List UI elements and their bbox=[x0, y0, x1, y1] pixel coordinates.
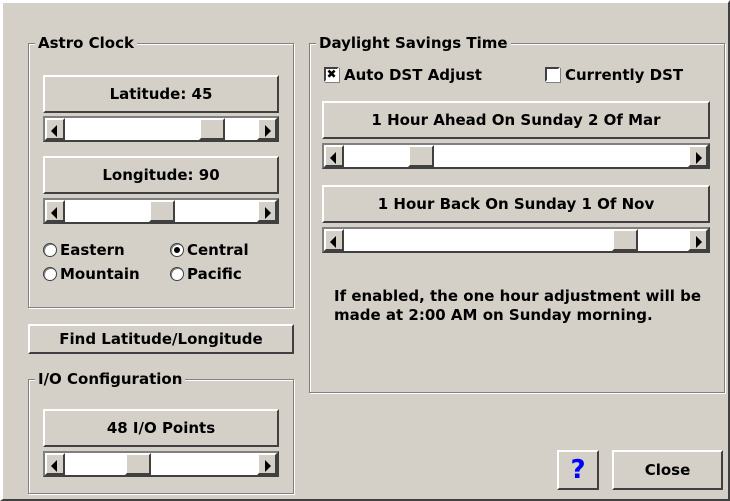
scroll-right-arrow-icon[interactable] bbox=[257, 200, 277, 222]
dst-ahead-label: 1 Hour Ahead On Sunday 2 Of Mar bbox=[371, 111, 661, 129]
scroll-left-arrow-icon[interactable] bbox=[324, 145, 344, 167]
latitude-label-panel: Latitude: 45 bbox=[43, 75, 279, 113]
currently-dst-label: Currently DST bbox=[565, 66, 684, 84]
io-points-slider-thumb[interactable] bbox=[125, 453, 151, 475]
latitude-label: Latitude: 45 bbox=[109, 85, 213, 103]
dst-back-slider-thumb[interactable] bbox=[612, 229, 638, 251]
radio-pacific-label: Pacific bbox=[187, 265, 242, 283]
longitude-label-panel: Longitude: 90 bbox=[43, 156, 279, 194]
dialog-window: Astro Clock Latitude: 45 Longitude: 90 E… bbox=[0, 0, 730, 501]
radio-central-label: Central bbox=[187, 241, 249, 259]
scroll-right-arrow-icon[interactable] bbox=[257, 118, 277, 140]
find-latitude-longitude-button[interactable]: Find Latitude/Longitude bbox=[28, 324, 294, 354]
io-configuration-title: I/O Configuration bbox=[35, 370, 186, 388]
io-points-slider[interactable] bbox=[43, 451, 279, 477]
checkbox-checked-icon: ✖ bbox=[324, 67, 339, 82]
io-points-label: 48 I/O Points bbox=[106, 419, 216, 437]
radio-eastern-label: Eastern bbox=[60, 241, 125, 259]
radio-circle-icon bbox=[43, 243, 57, 257]
help-button[interactable]: ? bbox=[557, 450, 599, 490]
astro-clock-title: Astro Clock bbox=[35, 34, 137, 52]
scroll-left-arrow-icon[interactable] bbox=[45, 453, 65, 475]
dst-back-slider[interactable] bbox=[322, 227, 710, 253]
radio-circle-icon bbox=[43, 267, 57, 281]
io-configuration-group: I/O Configuration 48 I/O Points bbox=[28, 370, 294, 494]
latitude-slider-thumb[interactable] bbox=[199, 118, 225, 140]
daylight-savings-group: Daylight Savings Time ✖ Auto DST Adjust … bbox=[309, 34, 725, 393]
scroll-left-arrow-icon[interactable] bbox=[45, 118, 65, 140]
radio-circle-icon bbox=[170, 267, 184, 281]
dst-ahead-slider[interactable] bbox=[322, 143, 710, 169]
scroll-left-arrow-icon[interactable] bbox=[45, 200, 65, 222]
dst-back-label: 1 Hour Back On Sunday 1 Of Nov bbox=[377, 195, 655, 213]
scroll-right-arrow-icon[interactable] bbox=[257, 453, 277, 475]
longitude-slider-thumb[interactable] bbox=[149, 200, 175, 222]
dst-ahead-slider-thumb[interactable] bbox=[408, 145, 434, 167]
checkbox-unchecked-icon bbox=[545, 67, 560, 82]
auto-dst-adjust-label: Auto DST Adjust bbox=[344, 66, 482, 84]
scroll-right-arrow-icon[interactable] bbox=[688, 145, 708, 167]
find-latitude-longitude-label: Find Latitude/Longitude bbox=[59, 330, 263, 348]
help-icon: ? bbox=[570, 455, 586, 485]
dst-back-label-panel: 1 Hour Back On Sunday 1 Of Nov bbox=[322, 185, 710, 223]
scroll-right-arrow-icon[interactable] bbox=[688, 229, 708, 251]
dst-note-text: If enabled, the one hour adjustment will… bbox=[334, 287, 701, 324]
dst-ahead-label-panel: 1 Hour Ahead On Sunday 2 Of Mar bbox=[322, 101, 710, 139]
astro-clock-group: Astro Clock Latitude: 45 Longitude: 90 E… bbox=[28, 34, 294, 308]
close-button[interactable]: Close bbox=[612, 450, 723, 490]
radio-selected-icon bbox=[170, 243, 184, 257]
scroll-left-arrow-icon[interactable] bbox=[324, 229, 344, 251]
io-points-label-panel: 48 I/O Points bbox=[43, 409, 279, 447]
longitude-label: Longitude: 90 bbox=[102, 166, 220, 184]
daylight-savings-title: Daylight Savings Time bbox=[316, 34, 511, 52]
radio-mountain-label: Mountain bbox=[60, 265, 140, 283]
latitude-slider[interactable] bbox=[43, 116, 279, 142]
close-button-label: Close bbox=[644, 461, 691, 479]
longitude-slider[interactable] bbox=[43, 198, 279, 224]
